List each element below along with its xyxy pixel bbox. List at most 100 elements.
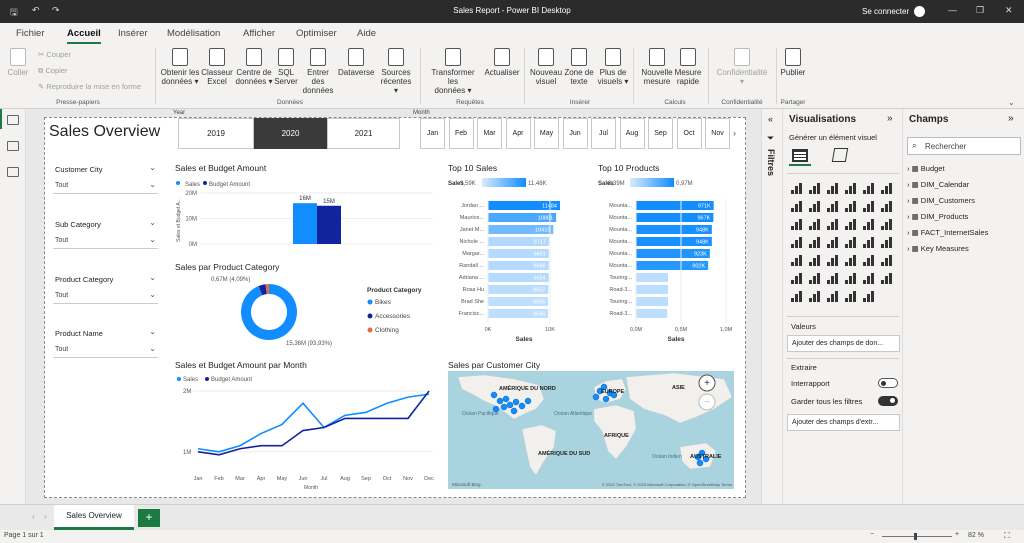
keep-filters-toggle[interactable] bbox=[878, 396, 898, 406]
month-apr-button[interactable]: Apr bbox=[505, 118, 531, 149]
slicer-value[interactable]: Tout bbox=[55, 292, 68, 299]
month-mar-button[interactable]: Mar bbox=[477, 118, 502, 149]
values-well[interactable]: Ajouter des champs de don... bbox=[787, 335, 900, 352]
chevron-down-icon[interactable]: ⌄ bbox=[149, 290, 156, 299]
sensitivity-button[interactable]: Confidentialité ▾ bbox=[713, 48, 771, 86]
category-donut-chart[interactable]: Sales par Product Category 0,67M (4,09%)… bbox=[171, 259, 438, 353]
cross-report-toggle[interactable] bbox=[878, 378, 898, 388]
ribbon-calc-button[interactable]: Mesure rapide bbox=[674, 48, 702, 86]
ribbon-calc-button[interactable]: Nouvelle mesure bbox=[640, 48, 674, 86]
page-tab-sales-overview[interactable]: Sales Overview bbox=[54, 505, 134, 530]
ribbon-insert-button[interactable]: Plus de visuels ▾ bbox=[596, 48, 630, 86]
ribbon-data-button[interactable]: Classeur Excel bbox=[201, 48, 233, 86]
paste-button[interactable]: Coller bbox=[6, 48, 30, 77]
chevron-down-icon[interactable]: ⌄ bbox=[149, 218, 156, 227]
report-view-icon[interactable] bbox=[7, 115, 19, 125]
field-table[interactable]: › ▦ DIM_Customers bbox=[907, 196, 975, 205]
slicer[interactable]: Sub Category ⌄ Tout ⌄ bbox=[47, 215, 164, 255]
ribbon-data-button[interactable]: Centre de données ▾ bbox=[235, 48, 273, 86]
collapse-fields-icon[interactable]: » bbox=[1008, 113, 1014, 124]
fit-page-icon[interactable]: ⛶ bbox=[1004, 531, 1010, 541]
month-sep-button[interactable]: Sep bbox=[648, 118, 673, 149]
budget-bar-chart[interactable]: Sales et Budget Amount Sales Budget Amoun… bbox=[171, 160, 438, 255]
prev-page-icon[interactable]: ‹ bbox=[32, 512, 35, 521]
ribbon-insert-button[interactable]: Zone de texte bbox=[564, 48, 594, 86]
next-page-icon[interactable]: › bbox=[44, 512, 47, 521]
minimize-icon[interactable]: — bbox=[948, 5, 957, 15]
top10-products-chart[interactable]: Top 10 Products Sales 0,39M 0,97M Mounta...… bbox=[594, 160, 738, 353]
chevron-down-icon[interactable]: ⌄ bbox=[149, 180, 156, 189]
year-2019-button[interactable]: 2019 bbox=[178, 118, 254, 149]
year-2021-button[interactable]: 2021 bbox=[327, 118, 400, 149]
month-nov-button[interactable]: Nov bbox=[705, 118, 730, 149]
drillthrough-well[interactable]: Ajouter des champs d'extr... bbox=[787, 414, 900, 431]
signin-link[interactable]: Se connecter bbox=[862, 7, 909, 16]
ribbon-data-button[interactable]: Obtenir les données ▾ bbox=[160, 48, 200, 86]
slicer-value[interactable]: Tout bbox=[55, 182, 68, 189]
monthly-line-chart[interactable]: Sales et Budget Amount par Month Sales Bu… bbox=[171, 357, 438, 493]
ribbon-data-button[interactable]: Sources récentes ▾ bbox=[378, 48, 414, 95]
collapse-viz-icon[interactable]: » bbox=[887, 113, 893, 124]
add-page-button[interactable]: + bbox=[138, 509, 160, 527]
chevron-down-icon[interactable]: ⌄ bbox=[149, 273, 156, 282]
month-aug-button[interactable]: Aug bbox=[619, 118, 645, 149]
month-jun-button[interactable]: Jun bbox=[562, 118, 588, 149]
month-feb-button[interactable]: Feb bbox=[448, 118, 474, 149]
search-input[interactable]: Rechercher bbox=[925, 142, 966, 151]
format-painter-button[interactable]: ✎ Reproduire la mise en forme bbox=[38, 82, 141, 91]
chevron-down-icon[interactable]: ⌄ bbox=[149, 235, 156, 244]
chevron-down-icon[interactable]: ⌄ bbox=[149, 327, 156, 336]
avatar[interactable] bbox=[914, 6, 925, 17]
zoom-in-button[interactable]: + bbox=[955, 531, 959, 538]
format-tab-icon[interactable] bbox=[831, 148, 849, 162]
tab-inserer[interactable]: Insérer bbox=[118, 28, 148, 39]
slicer[interactable]: Customer City ⌄ Tout ⌄ bbox=[47, 160, 164, 200]
month-may-button[interactable]: May bbox=[534, 118, 559, 149]
copy-button[interactable]: ⧉ Copier bbox=[38, 66, 68, 76]
month-oct-button[interactable]: Oct bbox=[676, 118, 702, 149]
collapse-filters-icon[interactable]: « bbox=[768, 114, 773, 124]
slicer-value[interactable]: Tout bbox=[55, 237, 68, 244]
chevron-right-icon[interactable]: › bbox=[907, 244, 910, 253]
tab-aide[interactable]: Aide bbox=[357, 28, 376, 39]
field-table[interactable]: › ▦ Key Measures bbox=[907, 244, 969, 253]
field-table[interactable]: › ▦ Budget bbox=[907, 164, 945, 173]
zoom-out-button[interactable]: − bbox=[870, 531, 874, 538]
customer-city-map[interactable]: Sales par Customer City AMÉRIQUE DU NORD… bbox=[444, 357, 738, 493]
month-jan-button[interactable]: Jan bbox=[420, 118, 445, 149]
tab-afficher[interactable]: Afficher bbox=[243, 28, 275, 39]
publish-button[interactable]: Publier bbox=[779, 48, 807, 77]
year-2020-button[interactable]: 2020 bbox=[254, 118, 327, 149]
chevron-down-icon[interactable]: ⌄ bbox=[1008, 98, 1015, 107]
tab-optimiser[interactable]: Optimiser bbox=[296, 28, 337, 39]
data-view-icon[interactable] bbox=[7, 141, 19, 151]
cut-button[interactable]: ✂ Couper bbox=[38, 50, 71, 59]
ribbon-query-button[interactable]: Actualiser bbox=[482, 48, 522, 77]
slicer[interactable]: Product Name ⌄ Tout ⌄ bbox=[47, 324, 164, 364]
ribbon-data-button[interactable]: Entrer des données bbox=[300, 48, 336, 95]
field-table[interactable]: › ▦ FACT_InternetSales bbox=[907, 228, 988, 237]
slicer[interactable]: Product Category ⌄ Tout ⌄ bbox=[47, 270, 164, 310]
fields-search[interactable]: ⌕ Rechercher bbox=[907, 137, 1021, 155]
tab-accueil[interactable]: Accueil bbox=[67, 28, 101, 44]
zoom-slider[interactable] bbox=[882, 533, 952, 540]
chevron-right-icon[interactable]: › bbox=[907, 164, 910, 173]
chevron-right-icon[interactable]: › bbox=[907, 180, 910, 189]
ribbon-query-button[interactable]: Transformer les données ▾ bbox=[426, 48, 480, 95]
chevron-right-icon[interactable]: › bbox=[907, 212, 910, 221]
ribbon-insert-button[interactable]: Nouveau visuel bbox=[530, 48, 562, 86]
restore-icon[interactable]: ❐ bbox=[976, 5, 984, 16]
chevron-down-icon[interactable]: ⌄ bbox=[149, 163, 156, 172]
chevron-down-icon[interactable]: ⌄ bbox=[149, 344, 156, 353]
tab-fichier[interactable]: Fichier bbox=[16, 28, 45, 39]
model-view-icon[interactable] bbox=[7, 167, 19, 177]
close-icon[interactable]: ✕ bbox=[1005, 5, 1013, 16]
ribbon-data-button[interactable]: Dataverse bbox=[338, 48, 374, 77]
build-tab[interactable] bbox=[789, 146, 811, 166]
month-jul-button[interactable]: Jul bbox=[591, 118, 616, 149]
field-table[interactable]: › ▦ DIM_Calendar bbox=[907, 180, 969, 189]
slicer-value[interactable]: Tout bbox=[55, 346, 68, 353]
field-table[interactable]: › ▦ DIM_Products bbox=[907, 212, 968, 221]
tab-modelisation[interactable]: Modélisation bbox=[167, 28, 220, 39]
filters-pane[interactable]: « ⏷ Filtres bbox=[761, 109, 783, 504]
